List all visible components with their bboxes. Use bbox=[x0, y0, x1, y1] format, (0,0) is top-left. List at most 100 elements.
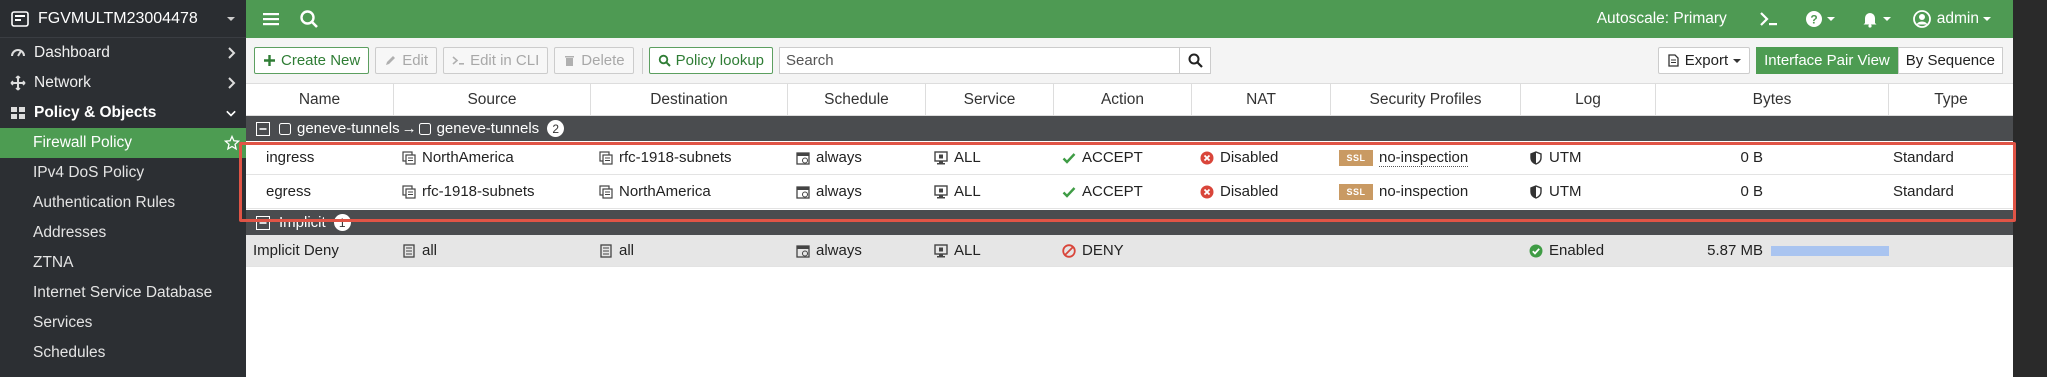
log-setting: Enabled bbox=[1549, 242, 1605, 259]
bytes: 5.87 MB bbox=[1707, 242, 1763, 259]
favorite-star-icon[interactable] bbox=[224, 135, 240, 151]
disabled-x-icon bbox=[1200, 151, 1214, 164]
sidebar-item-ipv4-dos-policy[interactable]: IPv4 DoS Policy bbox=[0, 158, 246, 188]
sidebar-item-firewall-policy[interactable]: Firewall Policy bbox=[0, 128, 246, 158]
destination-address: NorthAmerica bbox=[619, 183, 711, 200]
column-header-destination[interactable]: Destination bbox=[591, 84, 788, 115]
column-header-nat[interactable]: NAT bbox=[1192, 84, 1331, 115]
source-interface: geneve-tunnels bbox=[297, 120, 400, 137]
create-new-button[interactable]: Create New bbox=[254, 47, 370, 74]
table-row[interactable]: ingress NorthAmerica rfc-1918-subnets al… bbox=[246, 141, 2013, 175]
pencil-icon bbox=[386, 56, 396, 65]
address-icon bbox=[403, 243, 415, 258]
destination-address: rfc-1918-subnets bbox=[619, 149, 732, 166]
policy-type: Standard bbox=[1893, 183, 1954, 200]
sidebar-item-addresses[interactable]: Addresses bbox=[0, 218, 246, 248]
cli-icon bbox=[452, 56, 465, 65]
by-sequence-button[interactable]: By Sequence bbox=[1897, 47, 2003, 74]
collapse-icon[interactable] bbox=[256, 215, 270, 230]
action: DENY bbox=[1082, 242, 1124, 259]
sidebar-item-services[interactable]: Services bbox=[0, 308, 246, 338]
action: ACCEPT bbox=[1082, 183, 1143, 200]
help-menu[interactable]: ? bbox=[1805, 10, 1835, 28]
column-header-action[interactable]: Action bbox=[1054, 84, 1192, 115]
toolbar-divider bbox=[641, 47, 643, 74]
address-group-icon bbox=[599, 184, 613, 199]
interface-pair-group-header[interactable]: geneve-tunnels → geneve-tunnels 2 bbox=[246, 116, 2013, 141]
column-header-schedule[interactable]: Schedule bbox=[788, 84, 926, 115]
caret-down-icon bbox=[227, 16, 235, 21]
bell-icon bbox=[1863, 13, 1877, 28]
ssl-badge: SSL bbox=[1339, 183, 1373, 200]
fortigate-logo-icon bbox=[11, 10, 29, 27]
policy-table: Name Source Destination Schedule Service… bbox=[246, 84, 2013, 267]
device-selector[interactable]: FGVMULTM23004478 bbox=[0, 0, 246, 38]
edit-in-cli-button[interactable]: Edit in CLI bbox=[443, 47, 549, 74]
policy-count-badge: 2 bbox=[547, 120, 565, 137]
log-setting: UTM bbox=[1549, 149, 1582, 166]
address-group-icon bbox=[402, 184, 416, 199]
source-address: rfc-1918-subnets bbox=[422, 183, 535, 200]
sidebar-item-policy-objects[interactable]: Policy & Objects bbox=[0, 98, 246, 128]
arrow-right-icon: → bbox=[401, 120, 417, 137]
column-header-type[interactable]: Type bbox=[1889, 84, 2013, 115]
column-header-log[interactable]: Log bbox=[1521, 84, 1656, 115]
service: ALL bbox=[954, 183, 981, 200]
delete-button[interactable]: Delete bbox=[554, 47, 634, 74]
service-icon bbox=[934, 150, 948, 164]
policy-toolbar: Create New Edit Edit in CLI Delete Polic… bbox=[246, 38, 2013, 84]
sidebar-item-authentication-rules[interactable]: Authentication Rules bbox=[0, 188, 246, 218]
user-menu[interactable]: admin bbox=[1912, 10, 1991, 28]
security-profile[interactable]: no-inspection bbox=[1379, 183, 1468, 200]
search-submit-button[interactable] bbox=[1179, 47, 1212, 74]
sidebar-item-network[interactable]: Network bbox=[0, 68, 246, 98]
user-avatar-icon bbox=[1912, 10, 1931, 28]
caret-down-icon bbox=[1733, 58, 1742, 63]
sidebar-item-dashboard[interactable]: Dashboard bbox=[0, 38, 246, 68]
schedule-icon bbox=[796, 185, 810, 199]
search-icon[interactable] bbox=[298, 8, 320, 30]
policy-name: Implicit Deny bbox=[253, 242, 339, 259]
table-row[interactable]: Implicit Deny all all always ALL DENY En… bbox=[246, 235, 2013, 267]
interface-pair-view-button[interactable]: Interface Pair View bbox=[1756, 47, 1898, 74]
policy-count-badge: 1 bbox=[333, 214, 351, 231]
column-header-name[interactable]: Name bbox=[246, 84, 394, 115]
edit-button[interactable]: Edit bbox=[375, 47, 438, 74]
window-edge bbox=[2013, 0, 2047, 377]
menu-icon[interactable] bbox=[260, 8, 282, 30]
sidebar-item-internet-service-database[interactable]: Internet Service Database bbox=[0, 278, 246, 308]
policy-lookup-button[interactable]: Policy lookup bbox=[648, 47, 774, 74]
schedule: always bbox=[816, 183, 862, 200]
service-icon bbox=[934, 243, 948, 257]
destination-address: all bbox=[619, 242, 635, 259]
export-button[interactable]: Export bbox=[1657, 47, 1751, 74]
search-input[interactable] bbox=[779, 47, 1180, 74]
caret-down-icon bbox=[1983, 17, 1991, 21]
column-header-source[interactable]: Source bbox=[394, 84, 591, 115]
service: ALL bbox=[954, 242, 981, 259]
schedule: always bbox=[816, 242, 862, 259]
nat-status: Disabled bbox=[1220, 183, 1279, 200]
column-header-security-profiles[interactable]: Security Profiles bbox=[1331, 84, 1521, 115]
group-label: Implicit bbox=[279, 214, 326, 231]
column-header-bytes[interactable]: Bytes bbox=[1656, 84, 1889, 115]
sidebar-item-ztna[interactable]: ZTNA bbox=[0, 248, 246, 278]
policy-type: Standard bbox=[1893, 149, 1954, 166]
caret-down-icon bbox=[1882, 17, 1891, 21]
table-row[interactable]: egress rfc-1918-subnets NorthAmerica alw… bbox=[246, 175, 2013, 209]
address-group-icon bbox=[402, 150, 416, 165]
cli-console-icon[interactable] bbox=[1759, 10, 1779, 28]
device-name: FGVMULTM23004478 bbox=[38, 9, 198, 27]
implicit-group-header[interactable]: Implicit 1 bbox=[246, 210, 2013, 235]
security-profile[interactable]: no-inspection bbox=[1379, 149, 1469, 167]
collapse-icon[interactable] bbox=[256, 121, 270, 136]
interface-icon bbox=[418, 122, 431, 135]
interface-icon bbox=[279, 122, 291, 135]
notifications-menu[interactable] bbox=[1861, 10, 1891, 28]
shield-icon bbox=[1530, 150, 1542, 165]
destination-interface: geneve-tunnels bbox=[436, 120, 540, 137]
sidebar: FGVMULTM23004478 Dashboard Network Polic… bbox=[0, 0, 246, 377]
column-header-service[interactable]: Service bbox=[926, 84, 1054, 115]
sidebar-item-schedules[interactable]: Schedules bbox=[0, 338, 246, 368]
plus-icon bbox=[264, 55, 275, 66]
